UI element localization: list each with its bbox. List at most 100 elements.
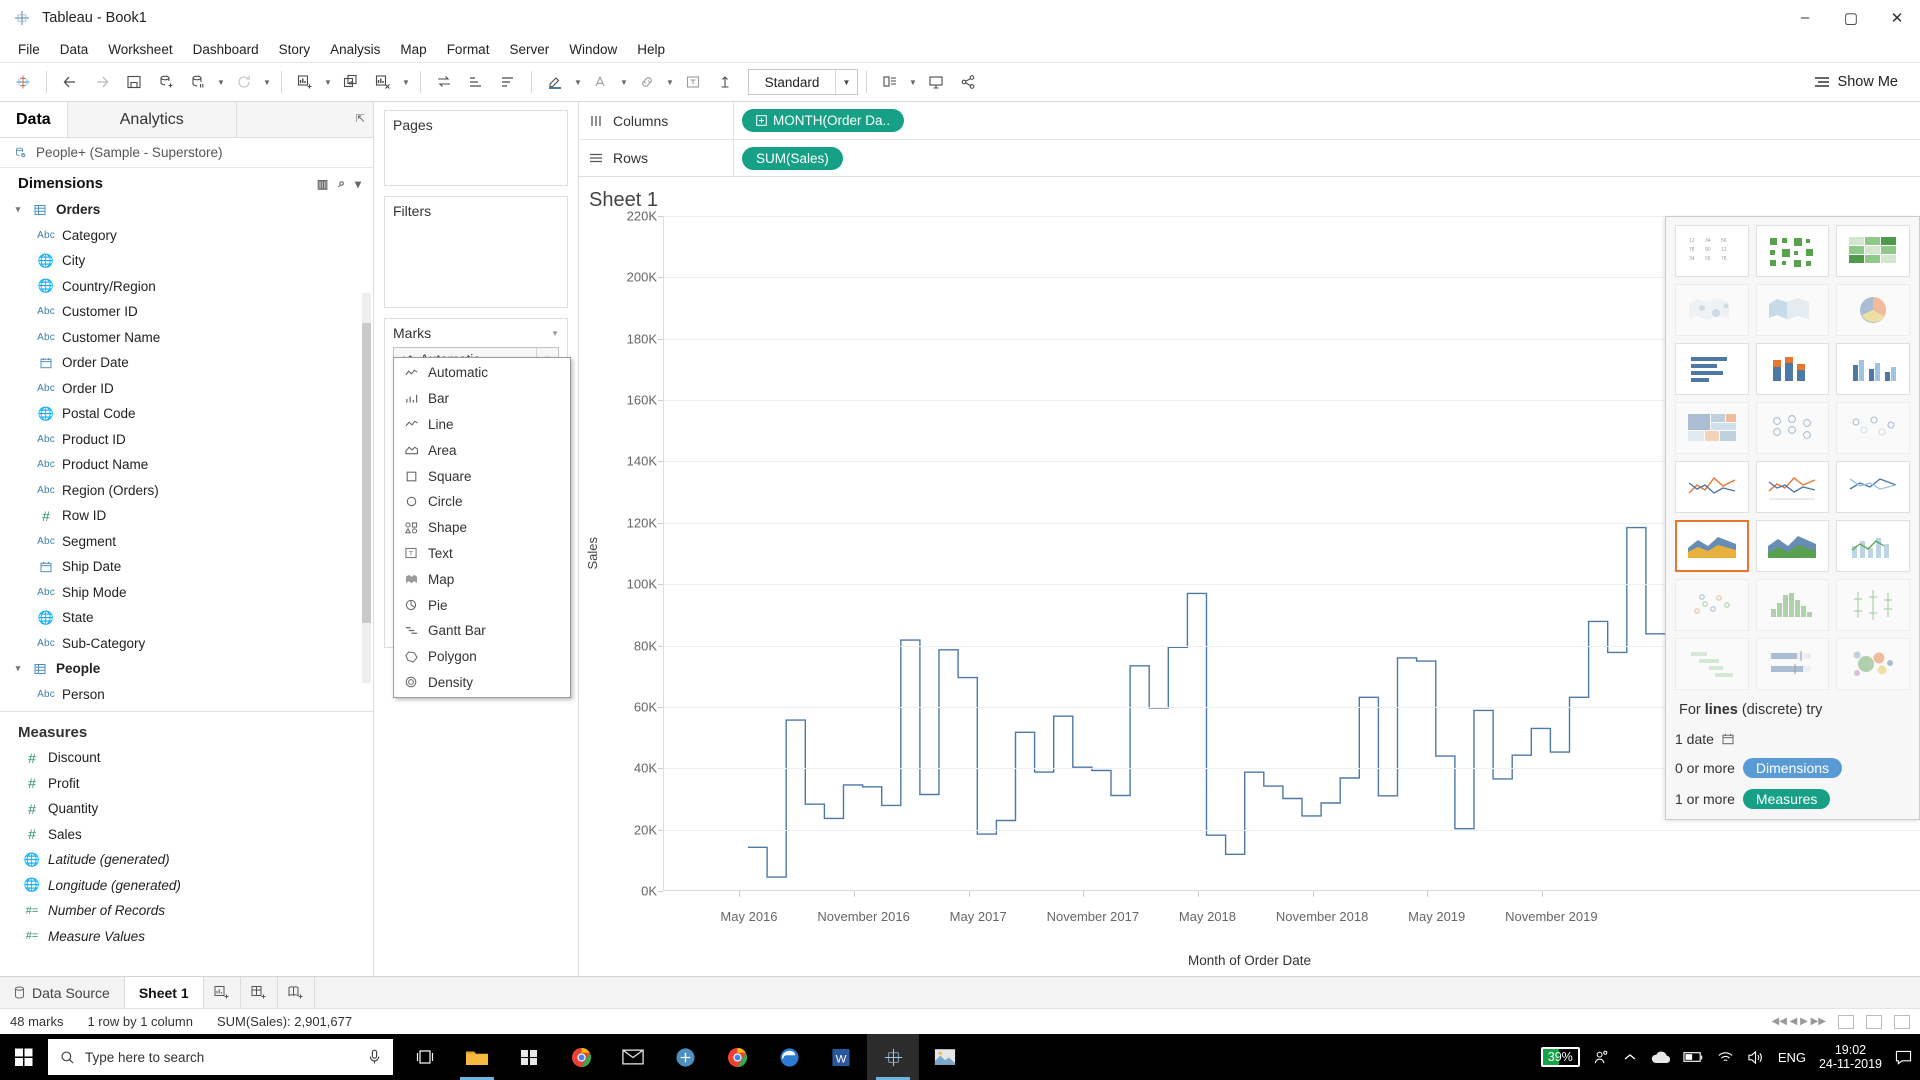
field-group-orders[interactable]: ▾ Orders bbox=[0, 197, 373, 223]
measure-field-measure-values[interactable]: #= Measure Values bbox=[0, 924, 373, 950]
dimension-field-sub-category[interactable]: Abc Sub-Category bbox=[0, 631, 373, 657]
show-me-gantt-chart[interactable] bbox=[1675, 638, 1749, 690]
share-icon[interactable] bbox=[953, 68, 983, 96]
show-me-dual-line[interactable] bbox=[1836, 461, 1910, 513]
mark-type-option-circle[interactable]: Circle bbox=[394, 489, 570, 515]
show-me-bullet-graph[interactable] bbox=[1755, 638, 1830, 690]
show-me-text-table[interactable]: 12 34 56 78 90 12 34 56 78 bbox=[1675, 225, 1749, 277]
dimension-field-region-orders-[interactable]: Abc Region (Orders) bbox=[0, 478, 373, 504]
mark-type-option-polygon[interactable]: Polygon bbox=[394, 644, 570, 670]
menu-server[interactable]: Server bbox=[499, 39, 559, 60]
dimension-field-ship-mode[interactable]: Abc Ship Mode bbox=[0, 580, 373, 606]
highlight-caret-icon[interactable]: ▼ bbox=[572, 69, 584, 95]
status-view-grid-icon[interactable] bbox=[1838, 1014, 1854, 1029]
onedrive-cloud-icon[interactable] bbox=[1650, 1051, 1670, 1064]
chrome-button[interactable] bbox=[555, 1034, 607, 1080]
dimension-field-segment[interactable]: Abc Segment bbox=[0, 529, 373, 555]
show-me-heat-map[interactable] bbox=[1755, 225, 1830, 277]
status-view-list-icon[interactable] bbox=[1866, 1014, 1882, 1029]
show-hidden-icons-chevron-icon[interactable] bbox=[1623, 1052, 1637, 1062]
chevron-down-icon[interactable]: ▾ bbox=[355, 177, 361, 191]
show-me-treemap[interactable] bbox=[1675, 402, 1749, 454]
new-data-source-icon[interactable] bbox=[151, 68, 181, 96]
mark-type-option-automatic[interactable]: Automatic bbox=[394, 360, 570, 386]
measure-field-quantity[interactable]: # Quantity bbox=[0, 796, 373, 822]
measure-field-longitude-generated-[interactable]: 🌐 Longitude (generated) bbox=[0, 873, 373, 899]
show-labels-icon[interactable] bbox=[678, 68, 708, 96]
show-me-circle-view[interactable] bbox=[1755, 402, 1830, 454]
tableau-desktop-button[interactable] bbox=[867, 1034, 919, 1080]
show-me-line-continuous[interactable] bbox=[1675, 461, 1749, 513]
highlight-icon[interactable] bbox=[540, 68, 570, 96]
volume-icon[interactable] bbox=[1747, 1050, 1765, 1065]
mark-type-option-shape[interactable]: Shape bbox=[394, 515, 570, 541]
field-group-people[interactable]: ▾ People bbox=[0, 656, 373, 682]
data-source-row[interactable]: People+ (Sample - Superstore) bbox=[0, 138, 373, 168]
show-me-dual-combination[interactable] bbox=[1836, 520, 1910, 572]
pause-dropdown-caret-icon[interactable]: ▼ bbox=[215, 69, 227, 95]
menu-format[interactable]: Format bbox=[437, 39, 500, 60]
fix-axes-icon[interactable] bbox=[710, 68, 740, 96]
save-icon[interactable] bbox=[119, 68, 149, 96]
battery-percentage-badge[interactable]: 39% bbox=[1540, 1047, 1580, 1067]
filters-drop-zone[interactable] bbox=[385, 225, 567, 307]
start-button[interactable] bbox=[0, 1034, 48, 1080]
wifi-icon[interactable] bbox=[1717, 1050, 1734, 1064]
sort-descending-icon[interactable] bbox=[493, 68, 523, 96]
fit-axis-caret-icon[interactable]: ▼ bbox=[907, 69, 919, 95]
measure-field-latitude-generated-[interactable]: 🌐 Latitude (generated) bbox=[0, 847, 373, 873]
dimension-field-product-id[interactable]: Abc Product ID bbox=[0, 427, 373, 453]
dimension-field-row-id[interactable]: # Row ID bbox=[0, 503, 373, 529]
tab-data[interactable]: Data bbox=[0, 102, 68, 137]
mark-type-option-area[interactable]: Area bbox=[394, 437, 570, 463]
sort-ascending-icon[interactable] bbox=[461, 68, 491, 96]
measure-field-sales[interactable]: # Sales bbox=[0, 822, 373, 848]
fit-dropdown-caret-icon[interactable]: ▼ bbox=[835, 70, 857, 94]
show-me-side-by-side-bar[interactable] bbox=[1836, 343, 1910, 395]
show-me-packed-bubbles[interactable] bbox=[1836, 638, 1910, 690]
dimension-field-person[interactable]: Abc Person bbox=[0, 682, 373, 708]
close-button[interactable]: ✕ bbox=[1874, 0, 1920, 36]
dimension-field-state[interactable]: 🌐 State bbox=[0, 605, 373, 631]
mark-type-option-text[interactable]: T Text bbox=[394, 541, 570, 567]
show-me-stacked-bar[interactable] bbox=[1755, 343, 1830, 395]
menu-dashboard[interactable]: Dashboard bbox=[183, 39, 269, 60]
menu-data[interactable]: Data bbox=[50, 39, 99, 60]
clear-sheet-icon[interactable] bbox=[368, 68, 398, 96]
tab-analytics[interactable]: Analytics bbox=[67, 102, 237, 137]
link-caret-icon[interactable]: ▼ bbox=[664, 69, 676, 95]
maximize-button[interactable]: ▢ bbox=[1828, 0, 1874, 36]
back-arrow-icon[interactable] bbox=[55, 68, 85, 96]
marks-card-collapse-icon[interactable]: ▼ bbox=[551, 329, 559, 338]
link-icon[interactable] bbox=[632, 68, 662, 96]
pill-sum-sales[interactable]: SUM(Sales) bbox=[742, 146, 843, 170]
show-me-filled-map[interactable] bbox=[1755, 284, 1830, 336]
x-axis[interactable]: May 2016 November 2016 May 2017 November 20… bbox=[579, 891, 1920, 953]
tab-data-source[interactable]: Data Source bbox=[0, 977, 125, 1008]
refresh-dropdown-caret-icon[interactable]: ▼ bbox=[261, 69, 273, 95]
dimension-field-ship-date[interactable]: Ship Date bbox=[0, 554, 373, 580]
show-me-pie-chart[interactable] bbox=[1836, 284, 1910, 336]
show-me-highlight-table[interactable] bbox=[1836, 225, 1910, 277]
dimension-field-customer-name[interactable]: Abc Customer Name bbox=[0, 325, 373, 351]
action-center-icon[interactable] bbox=[1895, 1050, 1912, 1065]
data-pane-scrollbar[interactable] bbox=[362, 293, 371, 683]
status-view-filmstrip-icon[interactable] bbox=[1894, 1014, 1910, 1029]
rows-drop-zone[interactable]: SUM(Sales) bbox=[734, 146, 1920, 170]
show-me-area-discrete[interactable] bbox=[1755, 520, 1830, 572]
mark-type-option-bar[interactable]: Bar bbox=[394, 386, 570, 412]
dimension-field-customer-id[interactable]: Abc Customer ID bbox=[0, 299, 373, 325]
dimension-field-country-region[interactable]: 🌐 Country/Region bbox=[0, 274, 373, 300]
fit-axis-icon[interactable] bbox=[875, 68, 905, 96]
show-me-side-by-side-circle[interactable] bbox=[1836, 402, 1910, 454]
chrome2-button[interactable] bbox=[711, 1034, 763, 1080]
photos-button[interactable] bbox=[919, 1034, 971, 1080]
taskbar-clock[interactable]: 19:02 24-11-2019 bbox=[1819, 1043, 1882, 1072]
battery-icon[interactable] bbox=[1683, 1051, 1704, 1063]
menu-window[interactable]: Window bbox=[559, 39, 627, 60]
show-me-line-discrete[interactable] bbox=[1755, 461, 1830, 513]
file-explorer-button[interactable] bbox=[451, 1034, 503, 1080]
mark-type-option-map[interactable]: Map bbox=[394, 566, 570, 592]
dimension-field-category[interactable]: Abc Category bbox=[0, 223, 373, 249]
tableau-home-icon[interactable] bbox=[8, 68, 38, 96]
